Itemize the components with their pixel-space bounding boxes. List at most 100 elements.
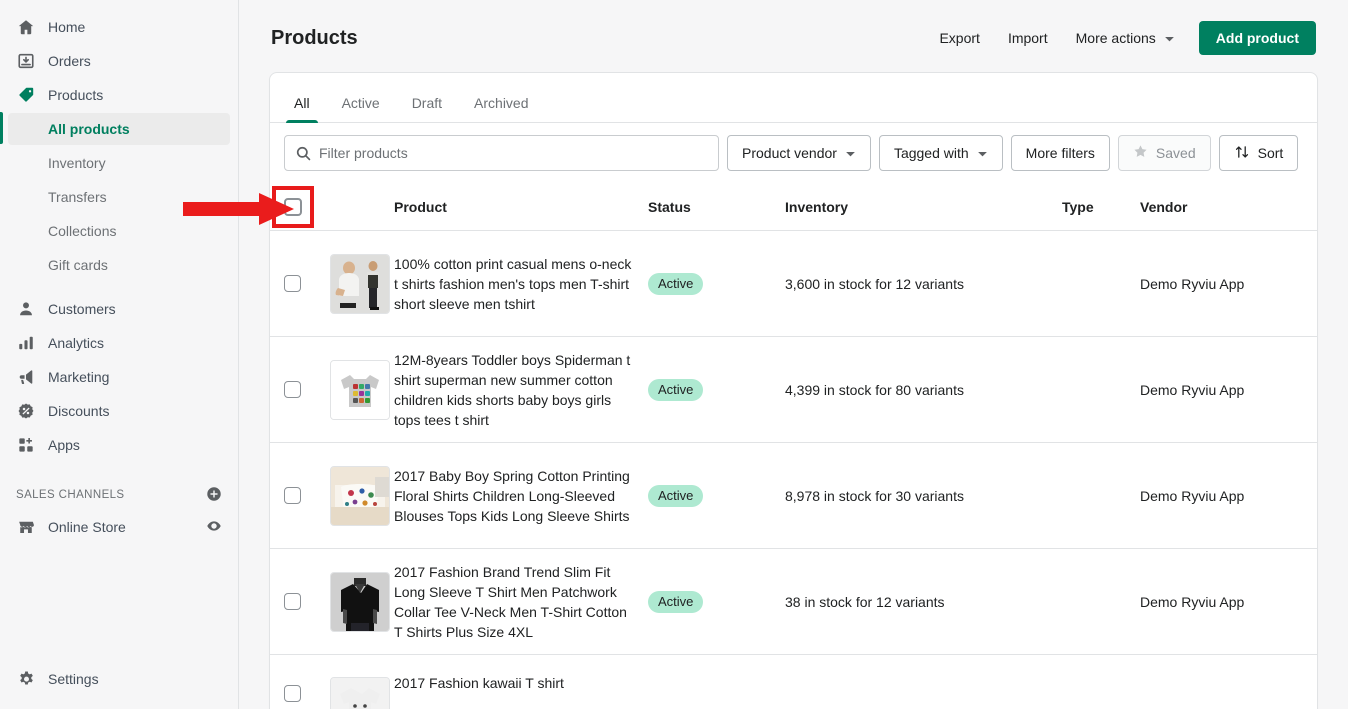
tab-active[interactable]: Active: [326, 96, 396, 122]
header-actions: Export Import More actions Add product: [927, 21, 1316, 55]
plus-circle-icon[interactable]: [206, 486, 222, 505]
row-select-cell: [284, 593, 330, 610]
table-row[interactable]: 100% cotton print casual mens o-neck t s…: [270, 231, 1317, 337]
add-product-button[interactable]: Add product: [1198, 21, 1316, 55]
orders-icon: [16, 51, 36, 71]
store-icon: [16, 517, 36, 537]
sidebar-item-all-products[interactable]: All products: [8, 113, 230, 145]
search-box[interactable]: [284, 135, 719, 171]
product-name[interactable]: 100% cotton print casual mens o-neck t s…: [394, 254, 648, 314]
sidebar-item-customers[interactable]: Customers: [8, 293, 230, 325]
customers-icon: [16, 299, 36, 319]
tab-bar: All Active Draft Archived: [270, 73, 1317, 123]
sidebar-item-transfers[interactable]: Transfers: [8, 181, 230, 213]
app-root: Home Orders Products All products Invent…: [0, 0, 1348, 709]
table-row[interactable]: 12M-8years Toddler boys Spiderman t shir…: [270, 337, 1317, 443]
sidebar-item-products[interactable]: Products: [8, 79, 230, 111]
product-column-header: Product: [394, 198, 447, 215]
sidebar-item-home[interactable]: Home: [8, 11, 230, 43]
sidebar-item-discounts[interactable]: Discounts: [8, 395, 230, 427]
chevron-down-icon: [977, 145, 988, 161]
sidebar-item-apps[interactable]: Apps: [8, 429, 230, 461]
saved-filter-button: Saved: [1117, 135, 1211, 171]
chevron-down-icon: [845, 145, 856, 161]
chevron-down-icon: [1164, 30, 1175, 46]
sidebar-item-label: Marketing: [48, 369, 110, 385]
product-name[interactable]: 2017 Fashion kawaii T shirt: [394, 673, 648, 693]
sort-button[interactable]: Sort: [1218, 135, 1299, 171]
select-all-checkbox[interactable]: [284, 197, 302, 216]
tab-label: Archived: [474, 95, 529, 111]
table-row[interactable]: 2017 Baby Boy Spring Cotton Printing Flo…: [270, 443, 1317, 549]
tab-draft[interactable]: Draft: [396, 96, 458, 122]
product-name[interactable]: 2017 Baby Boy Spring Cotton Printing Flo…: [394, 466, 648, 526]
product-name[interactable]: 2017 Fashion Brand Trend Slim Fit Long S…: [394, 562, 648, 642]
row-checkbox[interactable]: [284, 487, 301, 504]
row-checkbox[interactable]: [284, 275, 301, 292]
sidebar-item-settings[interactable]: Settings: [8, 663, 230, 695]
more-actions-label: More actions: [1075, 30, 1156, 46]
sidebar-subitem-label: Inventory: [48, 155, 106, 171]
product-name[interactable]: 12M-8years Toddler boys Spiderman t shir…: [394, 350, 648, 430]
inventory-cell: 3,600 in stock for 12 variants: [785, 275, 964, 292]
page-title: Products: [271, 26, 358, 49]
star-icon: [1133, 144, 1148, 162]
tab-all[interactable]: All: [278, 96, 326, 123]
floral-baby-shirt-photo: [330, 465, 390, 526]
row-checkbox[interactable]: [284, 381, 301, 398]
main-content: Products Export Import More actions Add …: [239, 0, 1348, 709]
row-select-cell: [284, 275, 330, 292]
import-button[interactable]: Import: [996, 23, 1060, 53]
sidebar-item-gift-cards[interactable]: Gift cards: [8, 249, 230, 281]
product-thumbnail-cell: [330, 465, 394, 526]
table-row[interactable]: 2017 Fashion Brand Trend Slim Fit Long S…: [270, 549, 1317, 655]
product-thumbnail-cell: [330, 253, 394, 314]
sort-label: Sort: [1257, 145, 1284, 161]
sidebar-item-marketing[interactable]: Marketing: [8, 361, 230, 393]
vendor-cell: Demo Ryviu App: [1140, 593, 1245, 610]
status-badge: Active: [648, 272, 704, 295]
sidebar-item-inventory[interactable]: Inventory: [8, 147, 230, 179]
men-white-tshirt-photo: [330, 253, 390, 314]
filter-bar: Product vendor Tagged with More filters: [270, 123, 1317, 183]
row-select-cell: [284, 487, 330, 504]
apps-icon: [16, 435, 36, 455]
vendor-cell: Demo Ryviu App: [1140, 275, 1245, 292]
product-vendor-filter-button[interactable]: Product vendor: [727, 135, 871, 171]
tab-archived[interactable]: Archived: [458, 96, 544, 122]
marketing-megaphone-icon: [16, 367, 36, 387]
eye-icon[interactable]: [206, 518, 222, 537]
more-actions-button[interactable]: More actions: [1064, 23, 1187, 53]
status-column-header: Status: [648, 198, 691, 215]
sidebar-item-analytics[interactable]: Analytics: [8, 327, 230, 359]
sidebar-item-label: Discounts: [48, 403, 110, 419]
tagged-with-filter-button[interactable]: Tagged with: [878, 135, 1003, 171]
sidebar-item-label: Home: [48, 19, 86, 35]
tagged-with-label: Tagged with: [893, 145, 969, 161]
row-select-cell: [284, 381, 330, 398]
row-checkbox[interactable]: [284, 593, 301, 610]
page-header: Products Export Import More actions Add …: [239, 0, 1348, 62]
status-badge: Active: [648, 484, 704, 507]
more-filters-button[interactable]: More filters: [1010, 135, 1110, 171]
gear-icon: [16, 669, 36, 689]
export-button[interactable]: Export: [927, 23, 991, 53]
table-row[interactable]: 2017 Fashion kawaii T shirt: [270, 655, 1317, 709]
tab-label: Draft: [411, 95, 443, 111]
sidebar-subitem-label: All products: [48, 121, 130, 137]
sales-channels-heading-row: SALES CHANNELS: [0, 480, 238, 510]
product-thumbnail-cell: [330, 677, 394, 709]
row-checkbox[interactable]: [284, 685, 301, 702]
sidebar-item-orders[interactable]: Orders: [8, 45, 230, 77]
sidebar-item-collections[interactable]: Collections: [8, 215, 230, 247]
sidebar-subitem-label: Collections: [48, 223, 117, 239]
discounts-icon: [16, 401, 36, 421]
more-filters-label: More filters: [1025, 145, 1095, 161]
sidebar-item-online-store[interactable]: Online Store: [8, 511, 230, 543]
search-input[interactable]: [319, 145, 718, 161]
sidebar: Home Orders Products All products Invent…: [0, 0, 239, 709]
row-select-cell: [284, 685, 330, 702]
tab-label: Active: [341, 95, 380, 111]
sidebar-subitem-label: Gift cards: [48, 257, 108, 273]
sidebar-item-label: Analytics: [48, 335, 105, 351]
